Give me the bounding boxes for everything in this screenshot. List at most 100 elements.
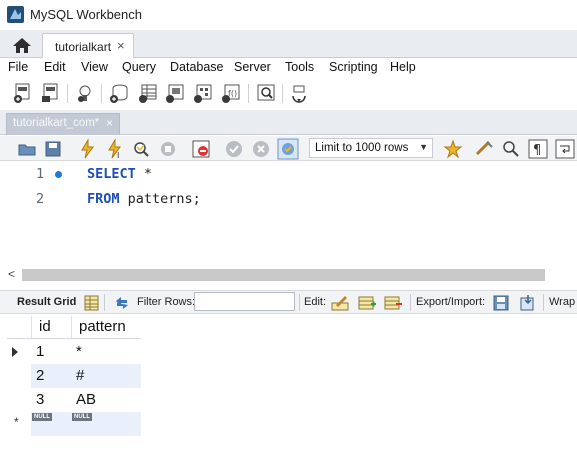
toolbar-separator xyxy=(410,294,411,311)
result-grid-icon[interactable] xyxy=(82,293,102,313)
filter-rows-input[interactable] xyxy=(194,292,295,311)
new-sql-tab-icon[interactable] xyxy=(12,82,34,104)
create-table-icon[interactable] xyxy=(137,82,159,104)
edit-row-icon[interactable] xyxy=(330,293,350,313)
import-icon[interactable] xyxy=(518,293,538,313)
delete-row-icon[interactable] xyxy=(383,293,403,313)
menu-scripting[interactable]: Scripting xyxy=(329,60,378,74)
beautify-icon[interactable] xyxy=(473,138,495,160)
refresh-icon[interactable] xyxy=(112,293,132,313)
result-grid[interactable]: id pattern 1 * 2 # 3 AB * NULL NULL xyxy=(7,314,141,436)
execute-current-icon[interactable]: I xyxy=(103,138,125,160)
column-divider xyxy=(31,316,32,338)
row-selector[interactable]: * xyxy=(7,412,31,436)
open-sql-script-icon[interactable] xyxy=(40,82,62,104)
home-icon[interactable] xyxy=(6,33,38,58)
query-tab[interactable]: tutorialkart_com* × xyxy=(6,113,120,135)
insert-row-icon[interactable] xyxy=(357,293,377,313)
sql-editor[interactable]: 1 SELECT * 2 FROM patterns; xyxy=(0,161,577,268)
result-grid-label[interactable]: Result Grid xyxy=(17,296,76,308)
chevron-down-icon: ▼ xyxy=(419,142,428,152)
row-selector[interactable] xyxy=(7,364,31,388)
scrollbar-thumb[interactable] xyxy=(22,269,545,281)
table-row[interactable]: 3 AB xyxy=(7,388,141,412)
commit-icon[interactable] xyxy=(223,138,245,160)
menu-tools[interactable]: Tools xyxy=(285,60,314,74)
search-table-data-icon[interactable] xyxy=(255,82,277,104)
cell-id[interactable]: 1 xyxy=(36,343,44,360)
menu-database[interactable]: Database xyxy=(170,60,224,74)
wrap-lines-icon[interactable] xyxy=(554,138,576,160)
autocommit-toggle-icon[interactable] xyxy=(277,138,299,160)
menu-edit[interactable]: Edit xyxy=(44,60,66,74)
create-view-icon[interactable] xyxy=(164,82,186,104)
sql-keyword: SELECT xyxy=(87,166,136,182)
close-icon[interactable]: × xyxy=(117,38,125,53)
column-header-pattern[interactable]: pattern xyxy=(79,318,126,335)
close-icon[interactable]: × xyxy=(106,116,113,130)
create-procedure-icon[interactable] xyxy=(192,82,214,104)
menu-view[interactable]: View xyxy=(81,60,108,74)
menu-help[interactable]: Help xyxy=(390,60,416,74)
toolbar-separator xyxy=(101,84,102,103)
new-row[interactable]: * NULL NULL xyxy=(7,412,141,436)
invisible-chars-icon[interactable]: ¶ xyxy=(527,138,549,160)
editor-horizontal-scrollbar[interactable]: < xyxy=(0,267,577,283)
save-icon[interactable] xyxy=(42,138,64,160)
create-function-icon[interactable]: f() xyxy=(220,82,242,104)
current-row-arrow-icon xyxy=(12,347,18,357)
sql-editor-toolbar: I Limit to 1000 rows ▼ ¶ xyxy=(0,136,577,161)
export-icon[interactable] xyxy=(491,293,511,313)
table-row[interactable]: 2 # xyxy=(7,364,141,388)
wrap-cell-label[interactable]: Wrap xyxy=(549,296,575,308)
scroll-left-icon[interactable]: < xyxy=(8,267,15,281)
table-row[interactable]: 1 * xyxy=(7,340,141,364)
connection-tab-bar: tutorialkart × xyxy=(0,30,577,59)
code-line: SELECT * xyxy=(87,166,152,182)
cell-pattern[interactable]: AB xyxy=(76,391,96,408)
find-icon[interactable] xyxy=(500,138,522,160)
execute-icon[interactable] xyxy=(76,138,98,160)
title-bar: MySQL Workbench xyxy=(0,0,577,30)
workbench-dolphin-icon xyxy=(7,6,24,23)
reconnect-icon[interactable] xyxy=(288,82,310,104)
query-tab-bar: tutorialkart_com* × xyxy=(0,110,577,135)
sql-keyword: FROM xyxy=(87,191,120,207)
limit-rows-select[interactable]: Limit to 1000 rows ▼ xyxy=(309,138,433,158)
info-icon[interactable] xyxy=(74,82,96,104)
cell-id[interactable]: 3 xyxy=(36,391,44,408)
result-grid-toolbar: Result Grid Filter Rows: Edit: Export/Im… xyxy=(0,290,577,314)
statement-marker-icon xyxy=(55,171,62,178)
create-schema-icon[interactable] xyxy=(108,82,130,104)
code-line: FROM patterns; xyxy=(87,191,201,207)
app-title: MySQL Workbench xyxy=(30,7,142,22)
rollback-icon[interactable] xyxy=(250,138,272,160)
toolbar-separator xyxy=(282,84,283,103)
menu-query[interactable]: Query xyxy=(122,60,156,74)
row-selector[interactable] xyxy=(7,388,31,412)
column-divider xyxy=(71,316,72,338)
svg-text:¶: ¶ xyxy=(533,143,541,158)
stop-icon[interactable] xyxy=(157,138,179,160)
line-number: 1 xyxy=(36,166,45,182)
add-snippet-icon[interactable] xyxy=(442,138,464,160)
filter-rows-label: Filter Rows: xyxy=(137,296,196,308)
connection-tab[interactable]: tutorialkart × xyxy=(42,33,134,59)
menu-server[interactable]: Server xyxy=(234,60,271,74)
new-row-marker-icon: * xyxy=(14,415,19,429)
toolbar-separator xyxy=(67,84,68,103)
explain-icon[interactable] xyxy=(130,138,152,160)
null-badge: NULL xyxy=(32,413,52,421)
column-header-id[interactable]: id xyxy=(39,318,51,335)
sql-text: * xyxy=(135,166,153,182)
cell-pattern[interactable]: # xyxy=(76,367,84,384)
cell-pattern[interactable]: * xyxy=(76,343,82,360)
main-toolbar: f() xyxy=(0,79,577,109)
menu-bar: File Edit View Query Database Server Too… xyxy=(0,58,577,78)
cell-id[interactable]: 2 xyxy=(36,367,44,384)
menu-file[interactable]: File xyxy=(8,60,28,74)
row-selector[interactable] xyxy=(7,340,31,364)
open-folder-icon[interactable] xyxy=(16,138,38,160)
stop-on-error-icon[interactable] xyxy=(190,138,212,160)
svg-text:I: I xyxy=(117,151,119,160)
